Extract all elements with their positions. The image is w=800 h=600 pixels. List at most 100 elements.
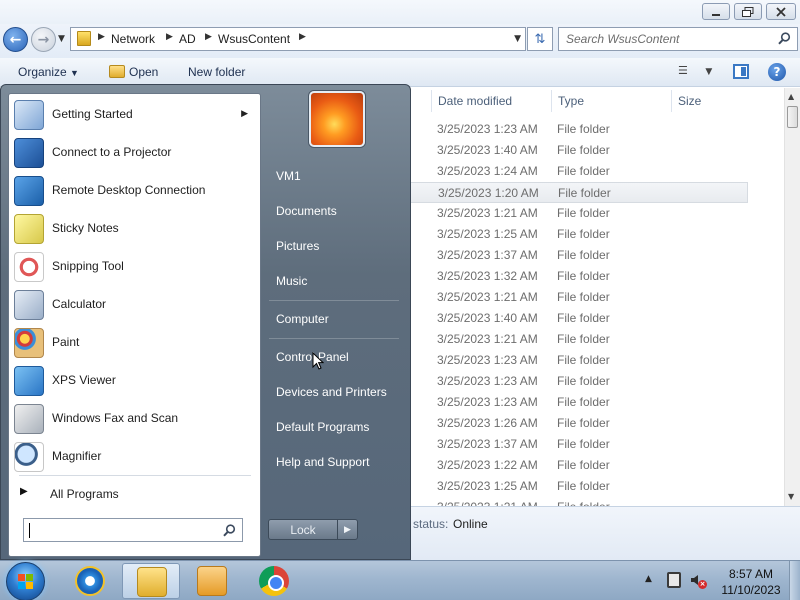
preview-pane-button[interactable] [733, 64, 749, 79]
breadcrumb-ad[interactable]: AD [179, 32, 196, 46]
back-arrow-icon: ← [9, 31, 22, 48]
date-modified-cell: 3/25/2023 1:37 AM [437, 248, 538, 262]
program-item-calculator[interactable]: Calculator [9, 286, 260, 324]
getting-started-icon [14, 100, 44, 130]
type-cell: File folder [557, 122, 610, 136]
back-button[interactable]: ← [3, 27, 28, 52]
forward-button[interactable]: → [31, 27, 56, 52]
program-item-sticky-notes[interactable]: Sticky Notes [9, 210, 260, 248]
start-item-music[interactable]: Music [276, 274, 307, 288]
search-placeholder: Search WsusContent [566, 32, 680, 46]
minimize-button[interactable] [702, 3, 730, 20]
program-item-remote-desktop[interactable]: Remote Desktop Connection [9, 172, 260, 210]
open-button[interactable]: Open [129, 65, 158, 79]
start-search-input[interactable] [23, 518, 243, 542]
type-cell: File folder [557, 290, 610, 304]
program-label: Paint [52, 335, 80, 349]
start-item-default-programs[interactable]: Default Programs [276, 420, 369, 434]
taskbar-internet-explorer[interactable] [61, 563, 119, 599]
arrow-right-icon: ▶ [20, 486, 28, 497]
refresh-icon: ⇅ [534, 31, 546, 47]
mouse-cursor-icon [312, 352, 324, 370]
taskbar-windows-explorer[interactable] [122, 563, 180, 599]
program-label: Connect to a Projector [52, 145, 172, 159]
close-button[interactable] [766, 3, 796, 20]
new-folder-button[interactable]: New folder [188, 65, 245, 79]
show-desktop-button[interactable] [789, 561, 800, 600]
column-divider[interactable] [671, 90, 672, 112]
restore-button[interactable] [734, 3, 762, 20]
start-menu-programs-pane: Getting Started ▶ Connect to a Projector Re… [8, 93, 261, 557]
type-cell: File folder [557, 416, 610, 430]
program-label: Calculator [52, 297, 107, 311]
open-icon [109, 65, 125, 78]
type-cell: File folder [557, 164, 610, 178]
start-menu: Getting Started ▶ Connect to a Projector Re… [0, 84, 411, 560]
clock-time[interactable]: 8:57 AM [716, 567, 786, 581]
date-modified-cell: 3/25/2023 1:23 AM [437, 353, 538, 367]
column-header-date-modified[interactable]: Date modified [438, 94, 512, 108]
organize-button[interactable]: Organize ▼ [18, 65, 79, 79]
recent-pages-button[interactable]: ▼ [58, 34, 65, 44]
table-row[interactable]: 3/25/2023 1:20 AM File folder [408, 182, 748, 203]
date-modified-cell: 3/25/2023 1:23 AM [437, 374, 538, 388]
submenu-arrow-icon[interactable]: ▶ [241, 109, 248, 119]
column-divider[interactable] [431, 90, 432, 112]
lock-button[interactable]: Lock [268, 519, 338, 540]
date-modified-cell: 3/25/2023 1:25 AM [437, 227, 538, 241]
shutdown-options-button[interactable]: ▶ [337, 519, 358, 540]
start-item-help-support[interactable]: Help and Support [276, 455, 369, 469]
start-item-pictures[interactable]: Pictures [276, 239, 319, 253]
program-item-xps-viewer[interactable]: XPS Viewer [9, 362, 260, 400]
type-cell: File folder [557, 395, 610, 409]
start-item-user[interactable]: VM1 [276, 169, 301, 183]
search-icon[interactable] [223, 524, 236, 537]
column-header-type[interactable]: Type [558, 94, 584, 108]
program-item-connect-projector[interactable]: Connect to a Projector [9, 134, 260, 172]
start-item-devices-printers[interactable]: Devices and Printers [276, 385, 387, 399]
program-item-fax-scan[interactable]: Windows Fax and Scan [9, 400, 260, 438]
search-input[interactable]: Search WsusContent [558, 27, 798, 51]
scroll-up-icon[interactable]: ▲ [788, 92, 794, 101]
date-modified-cell: 3/25/2023 1:20 AM [438, 186, 539, 200]
type-cell: File folder [557, 479, 610, 493]
date-modified-cell: 3/25/2023 1:25 AM [437, 479, 538, 493]
column-header-size[interactable]: Size [678, 94, 701, 108]
taskbar-chrome[interactable] [245, 563, 303, 599]
help-button[interactable]: ? [768, 63, 786, 81]
projector-icon [14, 138, 44, 168]
breadcrumb-network[interactable]: Network [111, 32, 155, 46]
type-cell: File folder [557, 248, 610, 262]
all-programs-label: All Programs [50, 487, 119, 501]
breadcrumb-wsuscontent[interactable]: WsusContent [218, 32, 290, 46]
address-bar[interactable]: ▶ Network ▶ AD ▶ WsusContent ▶ ▼ [70, 27, 526, 51]
address-dropdown-icon[interactable]: ▼ [514, 34, 521, 44]
program-item-magnifier[interactable]: Magnifier [9, 438, 260, 476]
show-hidden-icons-icon[interactable]: ▲ [645, 574, 652, 584]
start-button[interactable] [6, 562, 45, 600]
column-divider[interactable] [551, 90, 552, 112]
start-item-documents[interactable]: Documents [276, 204, 337, 218]
clock-date[interactable]: 11/10/2023 [716, 583, 786, 597]
breadcrumb-separator-icon[interactable]: ▶ [299, 32, 306, 42]
type-cell: File folder [557, 374, 610, 388]
search-icon[interactable] [778, 32, 791, 45]
breadcrumb-separator-icon[interactable]: ▶ [166, 32, 173, 42]
date-modified-cell: 3/25/2023 1:23 AM [437, 395, 538, 409]
scrollbar-thumb[interactable] [787, 106, 798, 128]
scroll-down-icon[interactable]: ▼ [788, 492, 794, 501]
program-item-snipping-tool[interactable]: Snipping Tool [9, 248, 260, 286]
start-item-computer[interactable]: Computer [276, 312, 329, 326]
text-caret [29, 523, 30, 538]
breadcrumb-separator-icon[interactable]: ▶ [205, 32, 212, 42]
user-picture[interactable] [309, 91, 365, 147]
breadcrumb-separator-icon[interactable]: ▶ [98, 32, 105, 42]
vertical-scrollbar[interactable]: ▲ ▼ [784, 88, 800, 506]
change-view-button[interactable]: ☰ ▼ [678, 64, 718, 80]
refresh-button[interactable]: ⇅ [527, 27, 553, 51]
all-programs-button[interactable]: ▶ All Programs [9, 482, 260, 508]
program-item-paint[interactable]: Paint [9, 324, 260, 362]
taskbar-media-center[interactable] [183, 563, 241, 599]
network-tray-icon[interactable] [667, 572, 681, 588]
program-item-getting-started[interactable]: Getting Started ▶ [9, 96, 260, 134]
